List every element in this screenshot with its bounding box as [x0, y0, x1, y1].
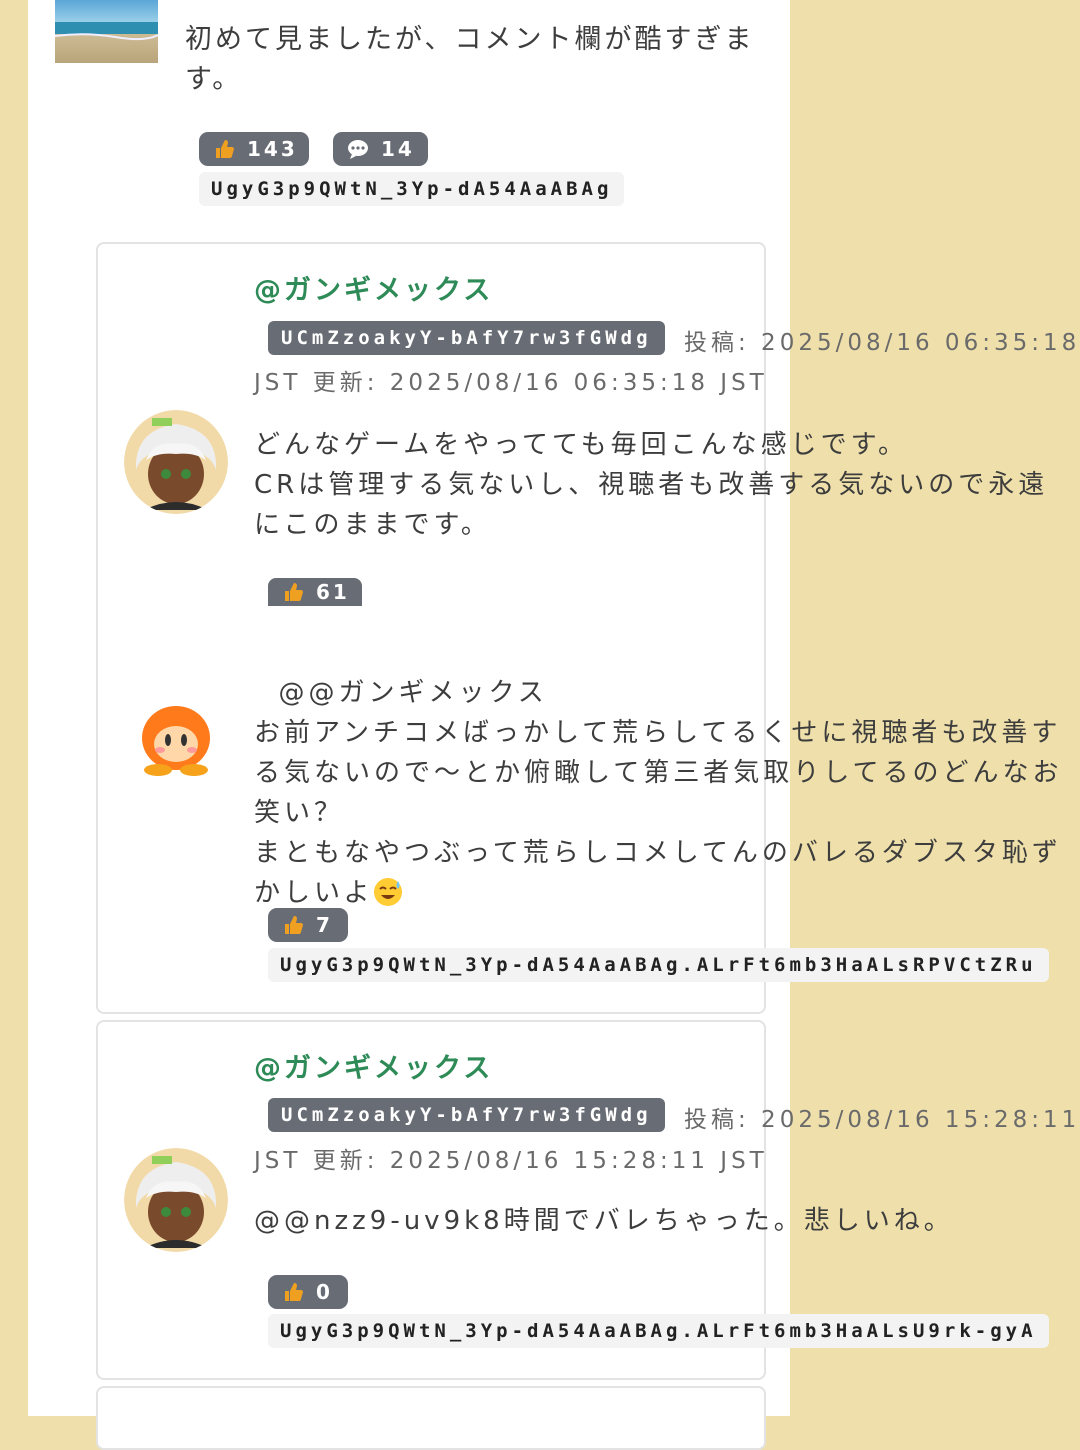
reply-text: どんなゲームをやってても毎回こんな感じです。 CRは管理する気ないし、視聴者も改…	[254, 430, 1049, 540]
nested-reply-body: @@ガンギメックス お前アンチコメばっかして荒らしてるくせに視聴者も改善する気な…	[254, 678, 1063, 908]
reply-text: @@nzz9-uv9k8時間でバレちゃった。悲しいね。	[254, 1206, 954, 1236]
nested-like-count: 7	[316, 913, 333, 937]
reply-author[interactable]: @ガンギメックス	[254, 268, 493, 307]
top-reply-badge[interactable]: 14	[333, 132, 428, 166]
avatar[interactable]	[124, 410, 228, 514]
reply-like-badge[interactable]: 61	[268, 578, 362, 606]
reply-like-badge[interactable]: 0	[268, 1275, 348, 1309]
top-reply-count: 14	[381, 137, 415, 161]
beach-thumbnail[interactable]	[55, 0, 158, 63]
reply-comment-id: UgyG3p9QWtN_3Yp-dA54AaABAg.ALrFt6mb3HaAL…	[268, 1314, 1049, 1348]
top-comment-id: UgyG3p9QWtN_3Yp-dA54AaABAg	[199, 172, 625, 206]
nested-reply-text: @@ガンギメックス お前アンチコメばっかして荒らしてるくせに視聴者も改善する気な…	[254, 633, 1064, 913]
update-date: JST 更新: 2025/08/16 15:28:11 JST	[254, 1148, 768, 1174]
reply-comment-id: UgyG3p9QWtN_3Yp-dA54AaABAg.ALrFt6mb3HaAL…	[268, 948, 1049, 982]
waddle-dee-avatar[interactable]	[136, 698, 216, 778]
post-date: 投稿: 2025/08/16 15:28:11	[684, 1107, 1080, 1133]
next-reply-card	[96, 1386, 766, 1450]
thumbs-up-icon	[282, 581, 304, 603]
reply-like-count: 0	[316, 1280, 333, 1304]
thumbs-up-icon	[282, 914, 304, 936]
top-like-count: 143	[247, 137, 298, 161]
reply-like-count: 61	[316, 580, 350, 604]
thumbs-up-icon	[282, 1281, 304, 1303]
channel-id-badge[interactable]: UCmZzoakyY-bAfY7rw3fGWdg	[268, 321, 665, 355]
top-like-badge[interactable]: 143	[199, 132, 309, 166]
post-date: 投稿: 2025/08/16 06:35:18	[684, 330, 1080, 356]
nested-like-badge[interactable]: 7	[268, 908, 348, 942]
comment-bubble-icon	[347, 138, 369, 160]
reply-author[interactable]: @ガンギメックス	[254, 1046, 493, 1085]
avatar[interactable]	[124, 1148, 228, 1252]
sweat-smile-emoji	[373, 878, 403, 908]
top-comment-text: 初めて見ましたが、コメント欄が酷すぎます。	[185, 24, 755, 95]
channel-id-badge[interactable]: UCmZzoakyY-bAfY7rw3fGWdg	[268, 1098, 665, 1132]
update-date: JST 更新: 2025/08/16 06:35:18 JST	[254, 370, 768, 396]
thumbs-up-icon	[213, 138, 235, 160]
